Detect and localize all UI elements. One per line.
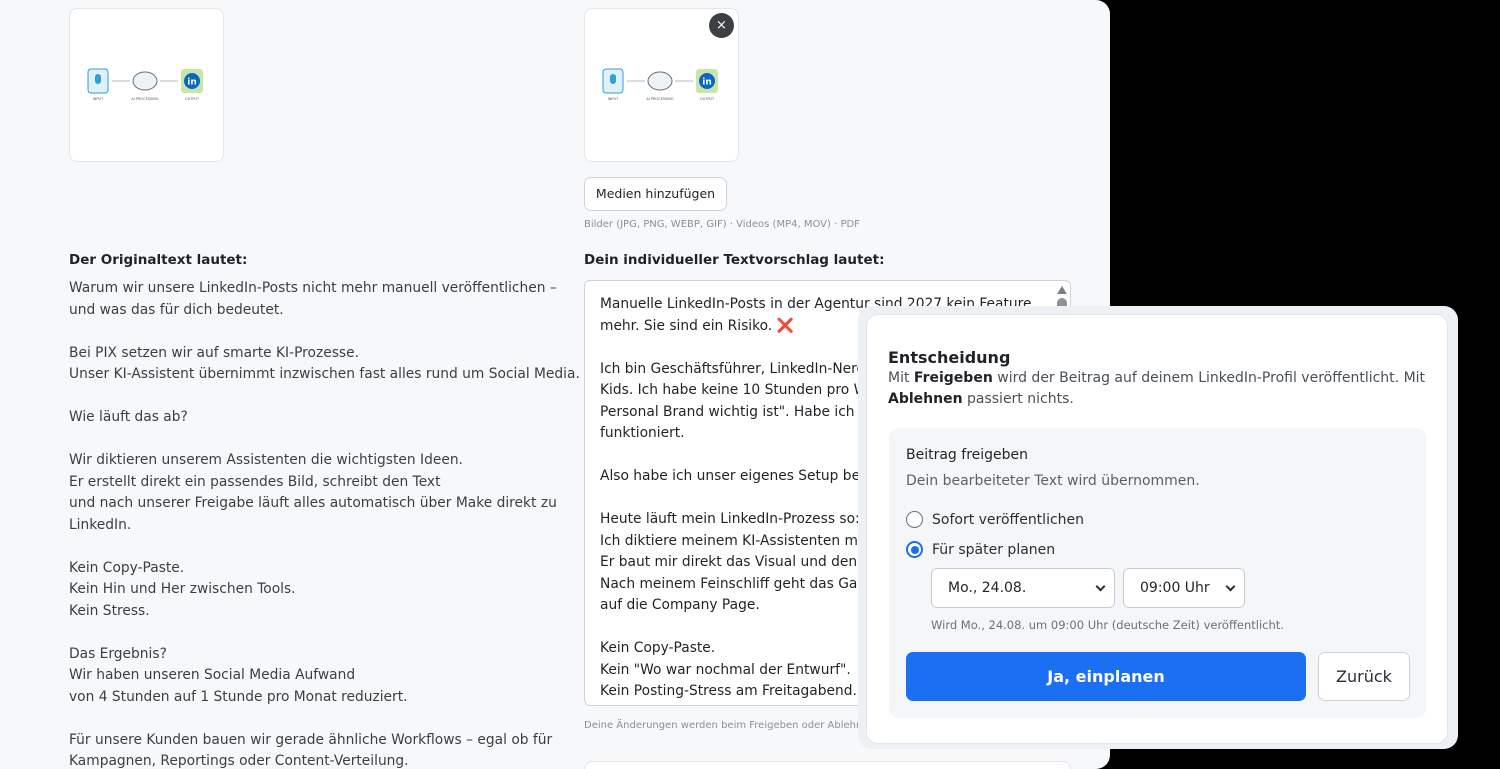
diagram-label-output: OUTPUT [700,97,715,101]
svg-text:in: in [187,78,197,88]
approve-option-card: Beitrag freigeben Dein bearbeiteter Text… [889,428,1426,718]
schedule-note: Wird Mo., 24.08. um 09:00 Uhr (deutsche … [931,618,1284,632]
time-select[interactable]: 09:00 Uhr [1123,568,1245,608]
radio-now-circle[interactable] [906,511,923,528]
option-subtitle: Dein bearbeiteter Text wird übernommen. [906,473,1200,489]
chevron-down-icon [1095,581,1106,592]
desc-middle: wird der Beitrag auf deinem LinkedIn-Pro… [992,370,1426,386]
dialog-title: Entscheidung [888,348,1011,367]
desc-approve: Freigeben [913,370,993,386]
svg-text:in: in [702,78,712,88]
diagram-label-input: INPUT [608,97,619,101]
edit-hint: Deine Änderungen werden beim Freigeben o… [584,720,869,731]
next-card [584,761,1071,769]
remove-media-button[interactable]: × [709,13,734,38]
add-media-button[interactable]: Medien hinzufügen [584,177,727,211]
workflow-diagram-icon: in INPUT AI PROCESSING OUTPUT [87,68,203,101]
original-media-thumbnail: in INPUT AI PROCESSING OUTPUT [69,8,224,162]
option-title: Beitrag freigeben [906,447,1029,463]
dialog-description: Mit Freigeben wird der Beitrag auf deine… [888,368,1428,410]
original-text: Warum wir unsere LinkedIn-Posts nicht me… [69,280,580,769]
desc-prefix: Mit [888,370,914,386]
diagram-label-input: INPUT [93,97,104,101]
radio-schedule-later[interactable]: Für später planen [906,541,1055,558]
desc-reject: Ablehnen [888,391,963,407]
time-value: 09:00 Uhr [1140,580,1210,596]
suggestion-heading: Dein individueller Textvorschlag lautet: [584,252,885,268]
radio-later-circle[interactable] [906,541,923,558]
chevron-down-icon [1225,581,1236,592]
date-value: Mo., 24.08. [948,580,1027,596]
radio-publish-now[interactable]: Sofort veröffentlichen [906,511,1084,528]
media-formats-hint: Bilder (JPG, PNG, WEBP, GIF) · Videos (M… [584,219,860,230]
desc-suffix: passiert nichts. [962,391,1074,407]
back-button[interactable]: Zurück [1318,652,1410,701]
decision-dialog: Entscheidung Mit Freigeben wird der Beit… [866,314,1448,744]
radio-now-label[interactable]: Sofort veröffentlichen [932,512,1084,528]
decision-dialog-backdrop: Entscheidung Mit Freigeben wird der Beit… [858,306,1458,749]
date-select[interactable]: Mo., 24.08. [931,568,1115,608]
diagram-label-output: OUTPUT [185,97,200,101]
confirm-schedule-button[interactable]: Ja, einplanen [906,652,1306,701]
diagram-label-processing: AI PROCESSING [131,97,159,101]
radio-later-label[interactable]: Für später planen [932,542,1055,558]
original-text-heading: Der Originaltext lautet: [69,252,248,268]
diagram-label-processing: AI PROCESSING [646,97,674,101]
scroll-up-arrow-icon[interactable] [1057,286,1067,294]
workflow-diagram-icon: in INPUT AI PROCESSING OUTPUT [602,68,718,101]
